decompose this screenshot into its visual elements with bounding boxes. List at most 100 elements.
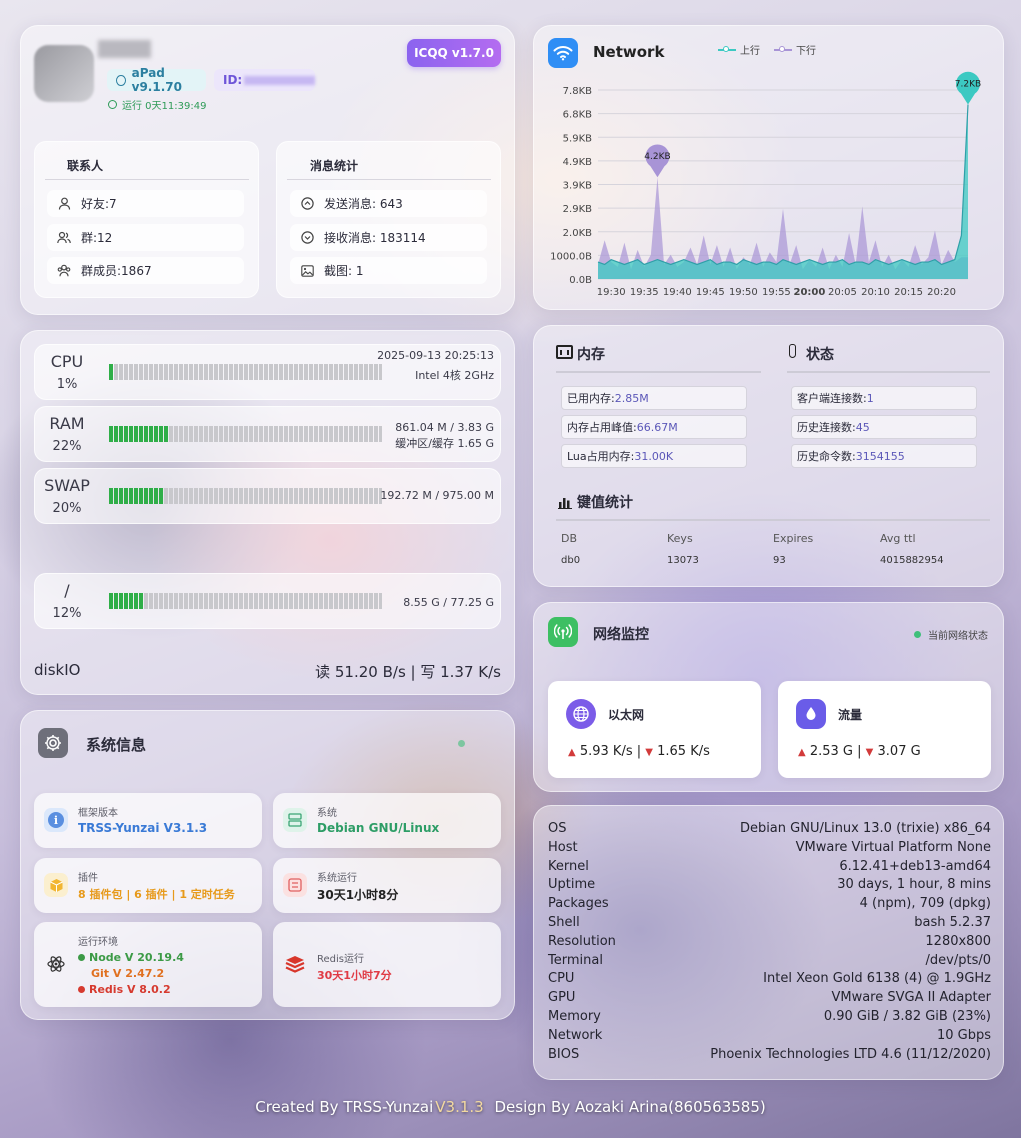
nickname-redacted	[98, 40, 151, 58]
cpu-label: CPU 1%	[32, 352, 102, 392]
netmon-status: 当前网络状态	[914, 627, 988, 642]
ram-label: RAM 22%	[32, 414, 102, 454]
neofetch-key: Host	[548, 839, 578, 855]
footer-design: Design By Aozaki Arina(860563585)	[494, 1098, 766, 1116]
gear-icon	[38, 728, 68, 758]
traffic-down: 3.07 G	[877, 744, 921, 759]
history-cmd-value: 3154155	[855, 449, 905, 463]
framework-card: i 框架版本 TRSS-Yunzai V3.1.3	[34, 793, 262, 848]
members-label: 群成员:1867	[81, 264, 152, 278]
friends-label: 好友:7	[81, 197, 117, 211]
mem-peak-value: 66.67M	[636, 420, 678, 434]
contacts-divider	[45, 179, 249, 180]
x-tick-label: 20:15	[894, 287, 923, 298]
image-icon	[300, 264, 314, 278]
redis-icon	[283, 952, 307, 976]
plugins-card: 插件 8 插件包 | 6 插件 | 1 定时任务	[34, 858, 262, 913]
neofetch-row-memory: Memory 0.90 GiB / 3.82 GiB (23%)	[548, 1009, 991, 1028]
sysinfo-title: 系统信息	[86, 736, 147, 754]
mem-used-value: 2.85M	[614, 391, 649, 405]
neofetch-key: OS	[548, 821, 567, 836]
kv-cell-expires: 93	[773, 555, 786, 566]
diskio-value: 读 51.20 B/s | 写 1.37 K/s	[315, 663, 501, 681]
netmon-status-dot	[914, 631, 921, 638]
neofetch-row-os: OS Debian GNU/Linux 13.0 (trixie) x86_64	[548, 821, 991, 840]
history-conn-value: 45	[855, 420, 870, 434]
x-tick-label: 19:30	[597, 287, 626, 298]
screenshot-label: 截图: 1	[324, 264, 364, 278]
ram-bar-fill	[109, 426, 169, 442]
runtime-key: 运行环境	[78, 937, 118, 948]
id-badge: ID:	[214, 69, 315, 91]
cpu-bar	[109, 364, 382, 380]
plugins-value: 8 插件包 | 6 插件 | 1 定时任务	[78, 888, 235, 901]
neofetch-row-network: Network 10 Gbps	[548, 1028, 991, 1047]
cpu-percent: 1%	[56, 377, 78, 392]
sent-row: 发送消息: 643	[290, 190, 487, 217]
ram-bar	[109, 426, 382, 442]
cpu-bar-fill	[109, 364, 114, 380]
y-tick-label: 1000.0B	[550, 251, 592, 262]
client-conn-value: 1	[866, 391, 874, 405]
node-dot	[78, 954, 85, 961]
friends-row: 好友:7	[47, 190, 244, 217]
neofetch-value: 1280x800	[925, 933, 991, 949]
neofetch-row-gpu: GPU VMware SVGA II Adapter	[548, 990, 991, 1009]
footer: Created By TRSS-Yunzai V3.1.3 Design By A…	[0, 1098, 1021, 1116]
framework-value: TRSS-Yunzai V3.1.3	[78, 821, 208, 835]
neofetch-row-terminal: Terminal/dev/pts/0	[548, 953, 991, 972]
memory-chip-icon	[556, 345, 573, 359]
netmon-title: 网络监控	[593, 627, 649, 643]
neofetch-value: 0.90 GiB / 3.82 GiB (23%)	[823, 1009, 991, 1024]
x-tick-label: 20:05	[828, 287, 857, 298]
history-conn-cell: 历史连接数: 45	[791, 415, 977, 439]
send-icon	[300, 197, 314, 211]
keyvalue-divider	[556, 519, 990, 521]
neofetch-key: Uptime	[548, 877, 596, 893]
peak-up-label: 7.2KB	[955, 80, 981, 90]
platform-badge: aPad v9.1.70	[107, 66, 206, 94]
swap-bar-fill	[109, 488, 164, 504]
x-tick-label: 19:45	[696, 287, 725, 298]
neofetch-key: Packages	[548, 896, 609, 912]
traffic-sep: |	[857, 744, 862, 759]
atom-icon	[44, 952, 68, 976]
cpu-datetime: 2025-09-13 20:25:13	[377, 349, 494, 362]
mem-lua-cell: Lua占用内存: 31.00K	[561, 444, 747, 468]
traffic-totals: ▲ 2.53 G | ▼ 3.07 G	[798, 744, 921, 759]
neofetch-value: VMware SVGA II Adapter	[831, 990, 991, 1006]
y-tick-label: 0.0B	[569, 275, 592, 286]
uptime-label: 运行 0天11:39:49	[122, 101, 207, 112]
neofetch-row-host: Host VMware Virtual Platform None	[548, 840, 991, 859]
group-members-icon	[57, 264, 71, 278]
ethernet-card: 以太网 ▲ 5.93 K/s | ▼ 1.65 K/s	[548, 681, 761, 778]
down-arrow-icon: ▼	[865, 747, 874, 758]
x-tick-label: 19:55	[762, 287, 791, 298]
disk-bar-fill	[109, 593, 144, 609]
ethernet-sep: |	[636, 744, 642, 759]
redis-version-label: Redis V 8.0.2	[89, 983, 171, 996]
neofetch-key: CPU	[548, 971, 575, 987]
netmon-status-label: 当前网络状态	[928, 631, 988, 642]
neofetch-value: 30 days, 1 hour, 8 mins	[837, 877, 991, 893]
x-tick-label: 19:40	[663, 287, 692, 298]
traffic-title: 流量	[838, 708, 863, 722]
server-icon	[283, 808, 307, 832]
receive-icon	[300, 231, 314, 245]
groups-row: 群:12	[47, 224, 244, 251]
cpu-model: Intel 4核 2GHz	[415, 369, 494, 382]
swap-usage: 192.72 M / 975.00 M	[380, 489, 494, 502]
ram-usage: 861.04 M / 3.83 G	[395, 421, 494, 434]
mem-lua-value: 31.00K	[634, 449, 674, 463]
neofetch-value: Debian GNU/Linux 13.0 (trixie) x86_64	[739, 821, 991, 836]
neofetch-value: 10 Gbps	[936, 1027, 991, 1043]
sys-uptime-card: 系统运行 30天1小时8分	[273, 858, 501, 913]
y-tick-label: 3.9KB	[563, 181, 592, 192]
antenna-icon	[548, 617, 578, 647]
received-label: 接收消息: 183114	[324, 231, 426, 245]
up-arrow-icon: ▲	[568, 747, 576, 758]
neofetch-key: Kernel	[548, 858, 589, 874]
diskio-label: diskIO	[34, 661, 81, 679]
client-conn-key: 客户端连接数:	[797, 392, 867, 405]
kv-header-keys: Keys	[667, 532, 693, 545]
